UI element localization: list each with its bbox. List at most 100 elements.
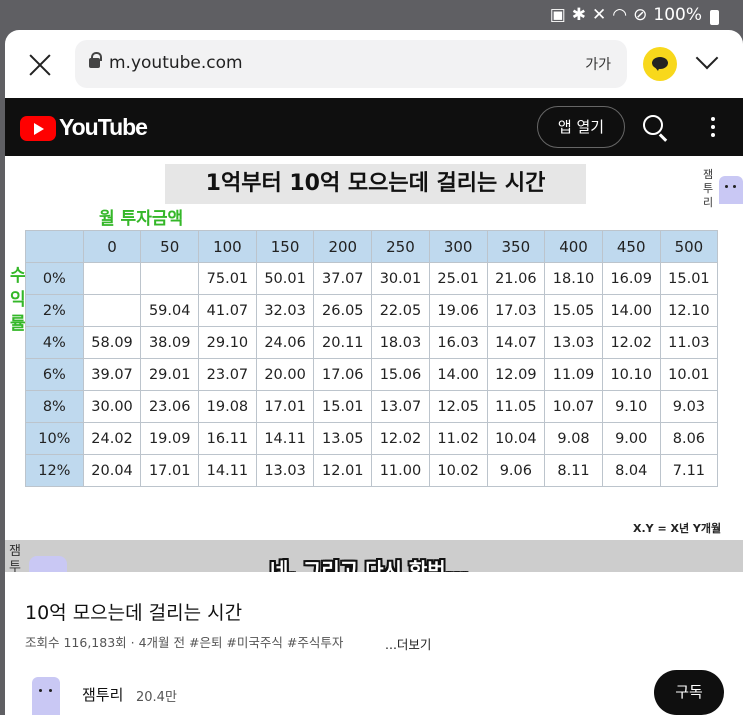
table-cell: 7.11 (659, 454, 719, 487)
table-cell: 10.10 (601, 358, 661, 391)
table-cell: 18.10 (544, 262, 603, 295)
table-cell: 13.03 (255, 454, 315, 487)
axis-month-label: 월 투자금액 (99, 209, 184, 229)
table-cell: 39.07 (82, 358, 142, 391)
column-header: 100 (198, 230, 257, 263)
table-row: 10% 24.02 19.09 16.11 14.11 13.05 12.02 11.02 10… (25, 422, 719, 455)
table-cell: 26.05 (313, 294, 373, 327)
table-cell: 17.01 (255, 390, 315, 423)
table-row: 12% 20.04 17.01 14.11 13.03 12.01 11.00 10.02 9.… (25, 454, 719, 487)
chevron-down-icon[interactable] (695, 46, 719, 70)
lock-icon (89, 52, 102, 68)
battery-icon (710, 9, 719, 25)
column-header: 50 (140, 230, 200, 263)
table-cell: 32.03 (255, 294, 315, 327)
table-cell: 13.07 (371, 390, 430, 423)
table-row: 2% 59.04 41.07 32.03 26.05 22.05 19.06 17.03 15.… (25, 294, 719, 327)
table-cell: 13.05 (313, 422, 373, 455)
table-cell: 29.01 (140, 358, 200, 391)
table-cell: 11.00 (371, 454, 430, 487)
row-header-rate: 0% (25, 262, 84, 295)
table-cell: 10.04 (486, 422, 546, 455)
channel-avatar[interactable] (32, 677, 60, 715)
table-cell: 10.01 (659, 358, 719, 391)
table-cell: 14.11 (255, 422, 315, 455)
table-cell: 59.04 (140, 294, 200, 327)
table-cell: 14.00 (601, 294, 661, 327)
row-header-rate: 8% (25, 390, 84, 423)
table-cell: 11.02 (428, 422, 488, 455)
youtube-brand[interactable]: YouTube (59, 114, 148, 141)
table-cell: 24.06 (255, 326, 315, 359)
table-cell: 8.11 (544, 454, 603, 487)
table-cell: 20.11 (313, 326, 373, 359)
channel-name[interactable]: 잼투리 (82, 684, 123, 705)
table-cell: 9.06 (486, 454, 546, 487)
table-cell: 9.10 (601, 390, 661, 423)
more-vert-icon[interactable] (711, 117, 715, 137)
table-cell: 12.02 (371, 422, 430, 455)
video-title[interactable]: 10억 모으는데 걸리는 시간 (25, 598, 242, 625)
table-cell: 15.01 (659, 262, 719, 295)
status-icons: ▣ ✱ ✕ ◠ ⊘ 100% (550, 5, 719, 25)
table-row: 6% 39.07 29.01 23.07 20.00 17.06 15.06 14.00 12.… (25, 358, 719, 391)
investment-table: 0 50 100 150 200 250 300 350 400 450 500 0% 75.01 50… (25, 230, 719, 487)
table-cell: 9.00 (601, 422, 661, 455)
column-header: 500 (659, 230, 719, 263)
table-cell: 18.03 (371, 326, 430, 359)
table-cell: 12.10 (659, 294, 719, 327)
font-size-button[interactable]: 가가 (585, 54, 611, 74)
table-cell: 20.00 (255, 358, 315, 391)
table-cell: 19.06 (428, 294, 488, 327)
column-header: 250 (371, 230, 430, 263)
table-cell: 16.09 (601, 262, 661, 295)
table-cell: 15.06 (371, 358, 430, 391)
table-cell: 19.09 (140, 422, 200, 455)
mute-icon: ✕ (592, 5, 607, 25)
table-cell: 9.03 (659, 390, 719, 423)
column-header: 450 (601, 230, 661, 263)
table-cell: 41.07 (198, 294, 257, 327)
table-cell: 23.06 (140, 390, 200, 423)
subtitle-text: 네, 그리고 다시 한번... (270, 558, 469, 572)
dnd-icon: ⊘ (633, 5, 648, 25)
table-cell: 14.07 (486, 326, 546, 359)
url-text[interactable]: m.youtube.com (109, 53, 243, 73)
close-icon[interactable] (27, 52, 53, 78)
subtitle-bar: 잼투리 네, 그리고 다시 한번... (5, 540, 743, 572)
table-cell: 75.01 (198, 262, 257, 295)
video-player[interactable]: 1억부터 10억 모으는데 걸리는 시간 잼투리 월 투자금액 수익률 0 50 1… (5, 156, 743, 572)
url-bar[interactable]: m.youtube.com 가가 (75, 40, 627, 88)
youtube-logo-icon[interactable] (20, 116, 56, 141)
subscribe-button[interactable]: 구독 (654, 670, 724, 715)
table-corner (25, 230, 84, 263)
video-info: 10억 모으는데 걸리는 시간 조회수 116,183회 · 4개월 전 #은퇴… (5, 572, 743, 715)
row-header-rate: 2% (25, 294, 84, 327)
table-cell: 29.10 (198, 326, 257, 359)
notification-icon: ▣ (549, 5, 566, 25)
table-cell: 9.08 (544, 422, 603, 455)
mascot-label-large: 잼투리 (9, 544, 21, 572)
column-header: 150 (255, 230, 315, 263)
table-cell: 8.06 (659, 422, 719, 455)
table-cell: 22.05 (371, 294, 430, 327)
wifi-icon: ◠ (612, 5, 628, 25)
battery-percent: 100% (653, 5, 702, 25)
more-link[interactable]: ...더보기 (385, 634, 431, 653)
column-header: 0 (82, 230, 142, 263)
open-app-button[interactable]: 앱 열기 (537, 106, 625, 148)
table-cell (140, 262, 200, 295)
table-cell: 15.05 (544, 294, 603, 327)
browser-sheet: m.youtube.com 가가 YouTube 앱 열기 1억부터 10억 모… (5, 30, 743, 715)
column-header: 200 (313, 230, 373, 263)
table-cell: 8.04 (601, 454, 661, 487)
table-cell: 30.00 (82, 390, 142, 423)
search-icon[interactable] (643, 115, 663, 135)
table-cell: 14.11 (198, 454, 257, 487)
table-cell: 16.11 (198, 422, 257, 455)
table-header-row: 0 50 100 150 200 250 300 350 400 450 500 (25, 230, 719, 263)
kakao-talk-button[interactable] (643, 47, 677, 81)
mascot-bunny-icon (719, 176, 743, 204)
table-row: 8% 30.00 23.06 19.08 17.01 15.01 13.07 12.05 11.… (25, 390, 719, 423)
table-cell: 11.03 (659, 326, 719, 359)
